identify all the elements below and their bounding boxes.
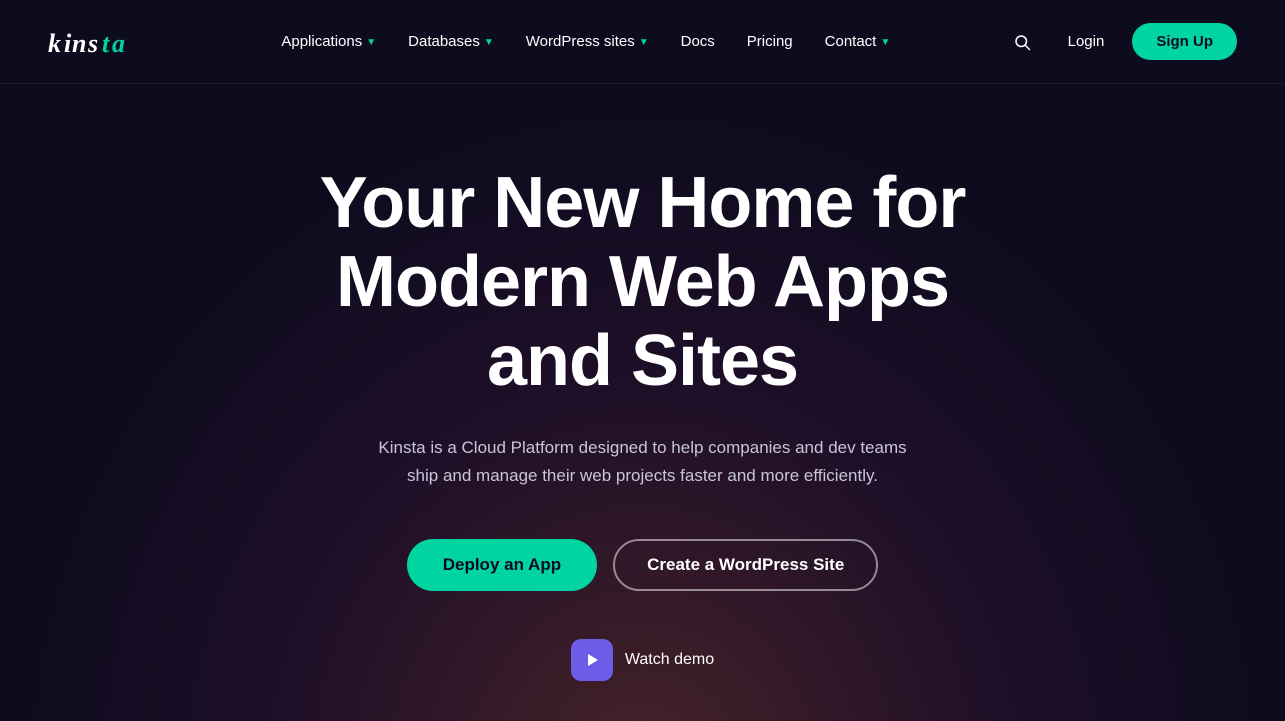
nav-item-docs[interactable]: Docs <box>667 25 729 58</box>
navbar: k i n s t a Applications ▼ Databases ▼ W… <box>0 0 1285 84</box>
chevron-down-icon: ▼ <box>880 37 890 48</box>
nav-wordpress-label: WordPress sites <box>526 33 635 50</box>
svg-text:k: k <box>48 29 61 58</box>
nav-links: Applications ▼ Databases ▼ WordPress sit… <box>267 25 904 58</box>
hero-section: Your New Home for Modern Web Apps and Si… <box>0 84 1285 721</box>
nav-docs-label: Docs <box>681 33 715 50</box>
kinsta-logo-svg: k i n s t a <box>48 24 168 60</box>
nav-item-databases[interactable]: Databases ▼ <box>394 25 508 58</box>
svg-text:t: t <box>102 29 110 58</box>
chevron-down-icon: ▼ <box>484 37 494 48</box>
logo[interactable]: k i n s t a <box>48 24 168 60</box>
search-icon <box>1013 33 1031 51</box>
nav-contact-label: Contact <box>825 33 877 50</box>
watch-demo-link[interactable]: Watch demo <box>571 639 714 681</box>
login-button[interactable]: Login <box>1056 25 1117 58</box>
nav-applications-label: Applications <box>281 33 362 50</box>
svg-text:s: s <box>87 29 98 58</box>
signup-button[interactable]: Sign Up <box>1132 23 1237 60</box>
nav-right: Login Sign Up <box>1004 23 1237 60</box>
deploy-app-button[interactable]: Deploy an App <box>407 539 597 591</box>
svg-text:i: i <box>64 29 72 58</box>
hero-title: Your New Home for Modern Web Apps and Si… <box>283 164 1003 402</box>
nav-item-applications[interactable]: Applications ▼ <box>267 25 390 58</box>
search-button[interactable] <box>1004 24 1040 60</box>
hero-buttons: Deploy an App Create a WordPress Site <box>407 539 879 591</box>
play-icon <box>571 639 613 681</box>
chevron-down-icon: ▼ <box>366 37 376 48</box>
chevron-down-icon: ▼ <box>639 37 649 48</box>
watch-demo-label: Watch demo <box>625 651 714 669</box>
nav-item-contact[interactable]: Contact ▼ <box>811 25 905 58</box>
create-wordpress-button[interactable]: Create a WordPress Site <box>613 539 878 591</box>
nav-item-wordpress[interactable]: WordPress sites ▼ <box>512 25 663 58</box>
play-triangle-icon <box>585 653 599 667</box>
svg-text:a: a <box>112 29 125 58</box>
hero-subtitle: Kinsta is a Cloud Platform designed to h… <box>363 434 923 492</box>
nav-pricing-label: Pricing <box>747 33 793 50</box>
nav-item-pricing[interactable]: Pricing <box>733 25 807 58</box>
nav-databases-label: Databases <box>408 33 480 50</box>
svg-text:n: n <box>72 29 86 58</box>
